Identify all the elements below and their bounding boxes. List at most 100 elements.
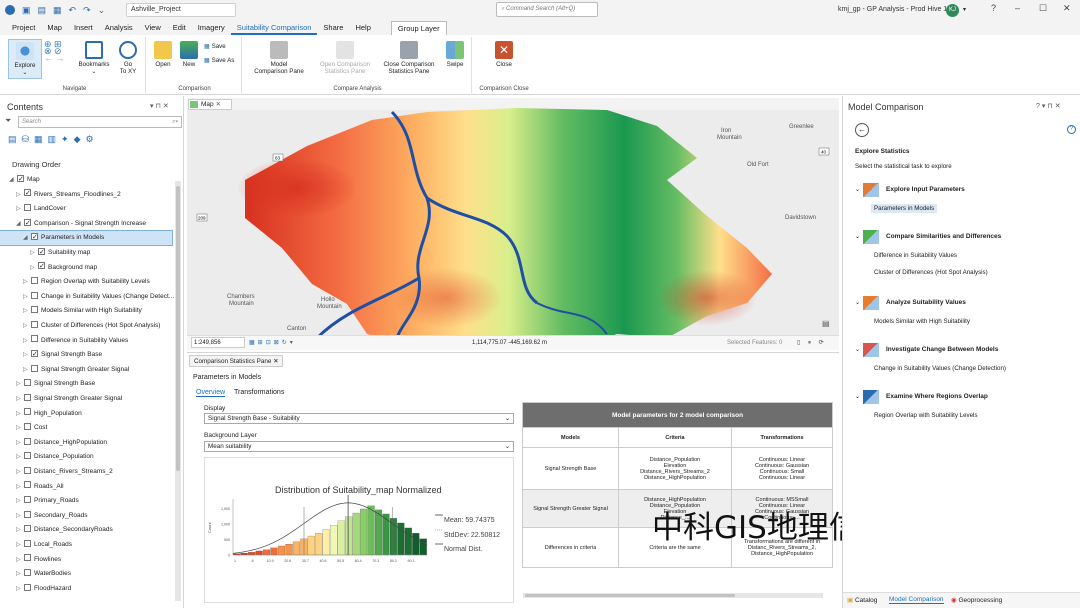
tab-project[interactable]: Project bbox=[6, 23, 41, 35]
tab-share[interactable]: Share bbox=[317, 23, 349, 35]
open-stats-pane-button[interactable]: Open Comparison Statistics Pane bbox=[314, 41, 376, 75]
statistics-task-item[interactable]: Region Overlap with Suitability Levels bbox=[871, 411, 981, 420]
layer-visibility-checkbox[interactable] bbox=[24, 568, 31, 576]
expand-arrow-icon[interactable]: ▷ bbox=[23, 290, 31, 304]
filter-icon[interactable]: ⏷ bbox=[5, 116, 11, 126]
layer-visibility-checkbox[interactable] bbox=[31, 231, 38, 245]
tab-view[interactable]: View bbox=[139, 23, 167, 35]
contents-search-input[interactable]: Search ⌕▾ bbox=[18, 116, 182, 128]
table-scroll-thumb[interactable] bbox=[525, 594, 735, 597]
map-status-tools-icon[interactable]: ▦⊞⊡⊠↻▾ bbox=[249, 336, 296, 350]
layer-visibility-checkbox[interactable] bbox=[24, 510, 31, 518]
layer-row[interactable]: ▷ High_Population bbox=[0, 407, 172, 421]
bookmarks-button[interactable]: Bookmarks ⌄ bbox=[76, 41, 112, 75]
open-icon[interactable]: ▤ bbox=[38, 5, 47, 16]
tab-help[interactable]: Help bbox=[349, 23, 376, 35]
expand-arrow-icon[interactable]: ▷ bbox=[16, 421, 24, 435]
display-select[interactable]: Signal Strength Base - Suitability ⌄ bbox=[204, 413, 514, 424]
layer-visibility-checkbox[interactable] bbox=[24, 437, 31, 445]
section-collapse-icon[interactable]: ⌄ bbox=[855, 393, 860, 400]
tab-suitability-comparison[interactable]: Suitability Comparison bbox=[230, 23, 318, 35]
tab-imagery[interactable]: Imagery bbox=[192, 23, 231, 35]
layer-visibility-checkbox[interactable] bbox=[24, 203, 31, 211]
expand-arrow-icon[interactable]: ▷ bbox=[23, 275, 31, 289]
layer-row[interactable]: ▷ Secondary_Roads bbox=[0, 509, 172, 523]
contents-scroll-thumb[interactable] bbox=[176, 186, 180, 471]
expand-arrow-icon[interactable]: ▷ bbox=[16, 582, 24, 596]
section-collapse-icon[interactable]: ⌄ bbox=[855, 186, 860, 193]
layer-visibility-checkbox[interactable] bbox=[24, 393, 31, 401]
layer-row[interactable]: ▷ Signal Strength Base bbox=[0, 377, 172, 391]
save-button[interactable]: ▦ Save bbox=[204, 43, 226, 50]
layer-visibility-checkbox[interactable] bbox=[31, 348, 38, 362]
layer-row[interactable]: ▷ Signal Strength Base bbox=[0, 348, 172, 362]
expand-arrow-icon[interactable]: ▷ bbox=[23, 319, 31, 333]
layer-row[interactable]: ▷ Signal Strength Greater Signal bbox=[0, 392, 172, 406]
tab-overview[interactable]: Overview bbox=[196, 389, 226, 397]
layer-row[interactable]: ▷ Region Overlap with Suitability Levels bbox=[0, 275, 172, 289]
layer-row[interactable]: ▷ Difference in Suitability Values bbox=[0, 334, 172, 348]
layer-visibility-checkbox[interactable] bbox=[24, 525, 31, 533]
expand-arrow-icon[interactable]: ◢ bbox=[23, 231, 31, 245]
layer-visibility-checkbox[interactable] bbox=[24, 466, 31, 474]
map-toc-icon[interactable]: ▤ bbox=[822, 319, 830, 328]
pane-options-icon[interactable]: ? ▾ ⊓ ✕ bbox=[1036, 102, 1061, 110]
layer-visibility-checkbox[interactable] bbox=[31, 364, 38, 372]
open-button[interactable]: Open bbox=[150, 41, 176, 68]
statistics-task-item[interactable]: Models Similar with High Suitability bbox=[871, 317, 973, 326]
section-title[interactable]: Examine Where Regions Overlap bbox=[886, 393, 988, 400]
map-view[interactable]: Iron Mountain Greenlee Old Fort Davidsto… bbox=[187, 98, 839, 350]
layer-visibility-checkbox[interactable] bbox=[24, 539, 31, 547]
expand-arrow-icon[interactable]: ▷ bbox=[16, 523, 24, 537]
nav-tools-icon[interactable]: ⊕ ⊞ ⊗ ⊘ ← → bbox=[44, 40, 74, 63]
expand-arrow-icon[interactable]: ▷ bbox=[16, 465, 24, 479]
layer-row[interactable]: ▷ WaterBodies bbox=[0, 567, 172, 581]
project-name-box[interactable]: Ashville_Project bbox=[126, 3, 236, 17]
layer-row[interactable]: ▷ Roads_All bbox=[0, 480, 172, 494]
layer-row[interactable]: ▷ Primary_Roads bbox=[0, 494, 172, 508]
section-collapse-icon[interactable]: ⌄ bbox=[855, 299, 860, 306]
save-as-button[interactable]: ▦ Save As bbox=[204, 57, 234, 64]
layer-visibility-checkbox[interactable] bbox=[17, 173, 24, 187]
section-title[interactable]: Investigate Change Between Models bbox=[886, 346, 998, 353]
section-collapse-icon[interactable]: ⌄ bbox=[855, 233, 860, 240]
contents-scrollbar[interactable] bbox=[175, 181, 181, 601]
layer-row[interactable]: ▷ Signal Strength Greater Signal bbox=[0, 363, 172, 377]
expand-arrow-icon[interactable]: ▷ bbox=[16, 480, 24, 494]
swipe-button[interactable]: Swipe bbox=[442, 41, 468, 68]
model-comparison-pane-button[interactable]: Model Comparison Pane bbox=[250, 41, 308, 75]
save-icon[interactable]: ▦ bbox=[53, 5, 62, 16]
redo-icon[interactable]: ↷ bbox=[83, 5, 91, 16]
layer-row[interactable]: ▷ Distanc_Rivers_Streams_2 bbox=[0, 465, 172, 479]
layer-row[interactable]: ▷ Background map bbox=[0, 260, 172, 275]
expand-arrow-icon[interactable]: ▷ bbox=[16, 436, 24, 450]
layer-row[interactable]: ◢ Map bbox=[0, 173, 172, 187]
expand-arrow-icon[interactable]: ▷ bbox=[16, 509, 24, 523]
layer-row[interactable]: ▷ Distance_Population bbox=[0, 450, 172, 464]
expand-arrow-icon[interactable]: ▷ bbox=[16, 377, 24, 391]
layer-row[interactable]: ▷ Models Similar with High Suitability bbox=[0, 304, 172, 318]
layer-row[interactable]: ▷ Cluster of Differences (Hot Spot Analys… bbox=[0, 319, 172, 333]
close-button[interactable]: ✕ bbox=[1063, 3, 1071, 14]
layer-visibility-checkbox[interactable] bbox=[24, 583, 31, 591]
expand-arrow-icon[interactable]: ▷ bbox=[30, 246, 38, 260]
layer-visibility-checkbox[interactable] bbox=[31, 335, 38, 343]
expand-arrow-icon[interactable]: ▷ bbox=[23, 348, 31, 362]
layer-visibility-checkbox[interactable] bbox=[24, 495, 31, 503]
maximize-button[interactable]: ☐ bbox=[1039, 3, 1047, 14]
expand-arrow-icon[interactable]: ▷ bbox=[16, 538, 24, 552]
close-stats-pane-button[interactable]: Close Comparison Statistics Pane bbox=[378, 41, 440, 75]
statistics-task-item[interactable]: Change in Suitability Values (Change Det… bbox=[871, 364, 1009, 373]
close-icon[interactable]: ✕ bbox=[273, 358, 278, 365]
expand-arrow-icon[interactable]: ▷ bbox=[16, 392, 24, 406]
pause-refresh-icon[interactable]: ▯ ⏸ ⟳ bbox=[797, 336, 827, 350]
layer-row[interactable]: ▷ Distance_SecondaryRoads bbox=[0, 523, 172, 537]
statistics-task-item[interactable]: Cluster of Differences (Hot Spot Analysi… bbox=[871, 268, 991, 277]
tab-map[interactable]: Map bbox=[41, 23, 68, 35]
layer-visibility-checkbox[interactable] bbox=[31, 291, 38, 299]
avatar[interactable]: KJ bbox=[946, 4, 959, 17]
tab-insert[interactable]: Insert bbox=[68, 23, 99, 35]
scale-select[interactable]: 1:249,856 bbox=[191, 337, 245, 348]
tab-edit[interactable]: Edit bbox=[167, 23, 192, 35]
help-icon[interactable]: ? bbox=[1067, 125, 1076, 134]
